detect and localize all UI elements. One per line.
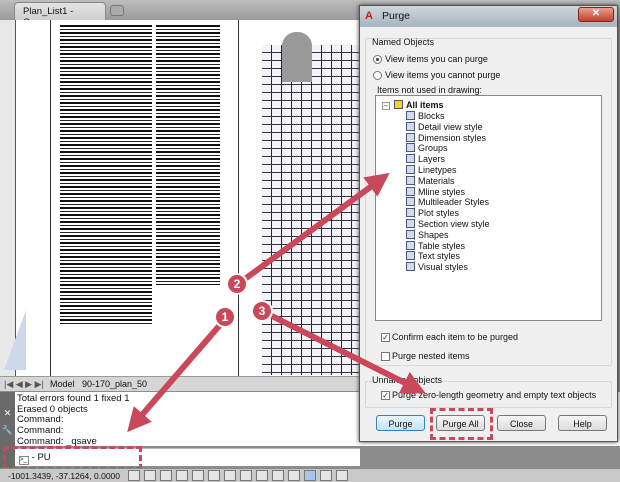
- step-badge-1: 1: [214, 306, 236, 328]
- arrow-3: [262, 309, 426, 394]
- annotation-arrows: [127, 172, 426, 433]
- step-badge-3: 3: [251, 300, 273, 322]
- arrow-2: [236, 172, 390, 287]
- step-badge-2: 2: [226, 273, 248, 295]
- arrow-1: [127, 316, 229, 433]
